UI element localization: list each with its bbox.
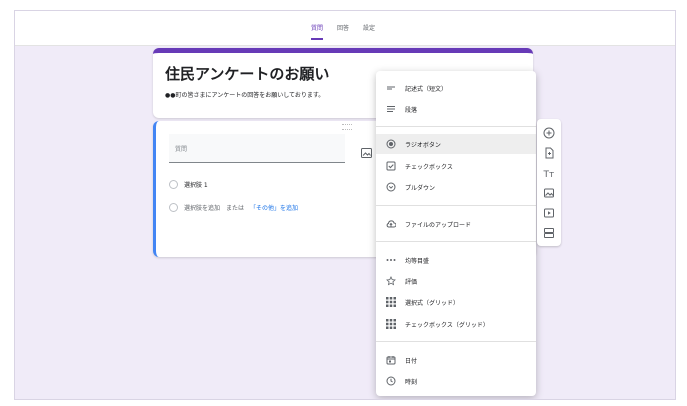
add-other-link[interactable]: 「その他」を追加 (250, 203, 298, 212)
grid-radio-icon (386, 297, 396, 307)
menu-item-dropdown[interactable]: プルダウン (376, 177, 536, 197)
linear-scale-icon (386, 255, 396, 265)
calendar-icon (386, 355, 396, 365)
menu-item-label: チェックボックス（グリッド） (405, 321, 489, 329)
checkbox-icon (386, 161, 396, 171)
svg-text:Tт: Tт (543, 170, 554, 179)
add-image-icon[interactable] (361, 143, 372, 158)
menu-item-time[interactable]: 時刻 (376, 371, 536, 391)
add-title-icon[interactable]: Tт (543, 167, 555, 179)
radio-icon (169, 203, 178, 212)
menu-divider (376, 341, 536, 342)
menu-item-label: ファイルのアップロード (405, 221, 472, 229)
tab-bar: 質問 回答 設定 (311, 23, 375, 40)
radio-icon (169, 180, 178, 189)
top-bar: 質問 回答 設定 (15, 11, 675, 46)
menu-item-grid-checkbox[interactable]: チェックボックス（グリッド） (376, 314, 536, 334)
tab-questions[interactable]: 質問 (311, 23, 324, 40)
grid-checkbox-icon (386, 319, 396, 329)
paragraph-icon (386, 104, 396, 114)
menu-item-rating[interactable]: 評価 (376, 271, 536, 291)
menu-divider (376, 126, 536, 127)
radio-button-icon (386, 139, 396, 149)
forms-editor: 質問 回答 設定 住民アンケートのお願い ●●町の皆さまにアンケートの回答をお願… (14, 10, 676, 400)
floating-toolbar: Tт (537, 119, 561, 246)
option-row: 選択肢 1 (169, 180, 208, 189)
menu-divider (376, 205, 536, 206)
menu-item-label: プルダウン (405, 184, 436, 192)
menu-item-label: 時刻 (405, 378, 418, 386)
star-icon (386, 276, 396, 286)
add-image-icon[interactable] (543, 187, 555, 199)
clock-icon (386, 376, 396, 386)
menu-item-label: 均等目盛 (405, 257, 430, 265)
tab-responses[interactable]: 回答 (337, 23, 349, 40)
menu-item-checkbox[interactable]: チェックボックス (376, 156, 536, 176)
menu-item-label: 段落 (405, 106, 418, 114)
add-option-row: 選択肢を追加 または 「その他」を追加 (169, 203, 298, 212)
question-placeholder: 質問 (175, 146, 188, 153)
menu-item-linear-scale[interactable]: 均等目盛 (376, 250, 536, 270)
dropdown-icon (386, 182, 396, 192)
upload-cloud-icon (386, 219, 396, 229)
menu-item-label: 日付 (405, 357, 418, 365)
menu-item-label: ラジオボタン (405, 141, 441, 149)
menu-item-label: 選択式（グリッド） (405, 299, 460, 307)
short-text-icon (386, 83, 396, 93)
add-question-icon[interactable] (543, 127, 555, 139)
tab-settings[interactable]: 設定 (363, 23, 375, 40)
menu-item-short-text[interactable]: 記述式（短文） (376, 78, 536, 98)
drag-handle-icon[interactable] (342, 124, 352, 130)
menu-divider (376, 241, 536, 242)
menu-item-radio[interactable]: ラジオボタン (376, 134, 536, 154)
menu-item-date[interactable]: 日付 (376, 350, 536, 370)
question-title-input[interactable]: 質問 (169, 134, 345, 163)
option-label[interactable]: 選択肢 1 (184, 180, 208, 189)
form-title[interactable]: 住民アンケートのお願い (165, 63, 329, 84)
menu-item-paragraph[interactable]: 段落 (376, 99, 536, 119)
menu-item-label: チェックボックス (405, 163, 453, 171)
form-description[interactable]: ●●町の皆さまにアンケートの回答をお願いしております。 (165, 90, 324, 99)
menu-item-grid-radio[interactable]: 選択式（グリッド） (376, 292, 536, 312)
question-type-menu: 記述式（短文） 段落 ラジオボタン チェックボックス プルダウン ファイルのアッ… (376, 71, 536, 396)
menu-item-label: 評価 (405, 278, 418, 286)
import-questions-icon[interactable] (543, 147, 555, 159)
add-option-link[interactable]: 選択肢を追加 (184, 203, 220, 212)
add-video-icon[interactable] (543, 207, 555, 219)
menu-item-file-upload[interactable]: ファイルのアップロード (376, 214, 536, 234)
add-section-icon[interactable] (543, 227, 555, 239)
menu-item-label: 記述式（短文） (405, 85, 448, 93)
or-text: または (226, 205, 245, 212)
